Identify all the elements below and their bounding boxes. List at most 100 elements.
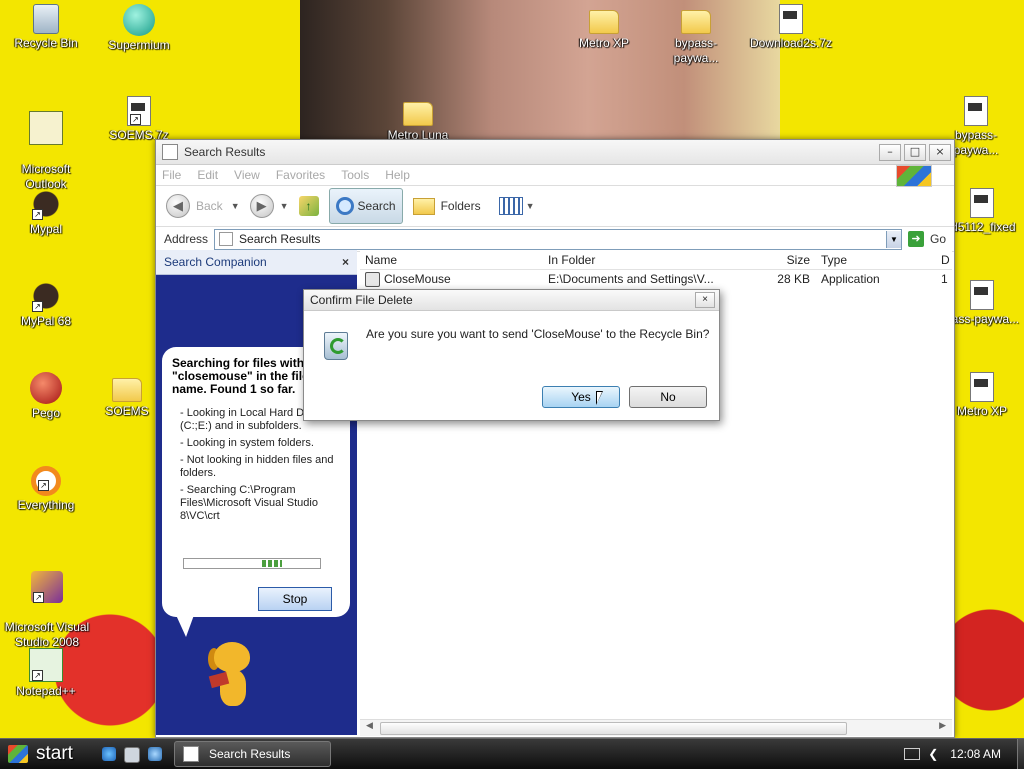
folder-icon: [403, 102, 433, 126]
folders-button[interactable]: Folders: [412, 197, 481, 215]
table-row[interactable]: CloseMouse E:\Documents and Settings\V..…: [360, 270, 952, 288]
windows-logo-icon: [8, 745, 28, 763]
close-button[interactable]: ×: [929, 143, 951, 161]
desktop-icon-label: bypass-paywa...: [673, 36, 719, 65]
stop-button[interactable]: Stop: [258, 587, 332, 611]
go-button[interactable]: ➜ Go: [907, 231, 946, 247]
result-type: Application: [821, 272, 880, 286]
desktop-icon-everything[interactable]: ↗ Everything: [4, 464, 88, 513]
go-arrow-icon: ➜: [907, 231, 924, 247]
internet-explorer-icon[interactable]: [102, 747, 116, 761]
search-results-icon: [162, 144, 178, 160]
desktop-icon-download2s[interactable]: Download2s.7z: [746, 4, 836, 51]
search-detail-item: - Looking in system folders.: [180, 437, 314, 449]
progress-indicator: [262, 560, 282, 567]
search-results-icon: [219, 232, 234, 246]
views-icon[interactable]: [498, 197, 523, 215]
views-dropdown-icon[interactable]: ▼: [526, 201, 535, 211]
column-in-folder[interactable]: In Folder: [543, 253, 723, 267]
forward-arrow-icon[interactable]: ▶: [249, 194, 274, 218]
maximize-button[interactable]: □: [904, 143, 926, 161]
menu-edit[interactable]: Edit: [197, 168, 218, 182]
yes-button[interactable]: Yes: [542, 386, 620, 408]
desktop-icon-notepadpp[interactable]: ↗ Notepad++: [4, 648, 88, 699]
menu-help[interactable]: Help: [385, 168, 410, 182]
desktop-icon-label: Download2s.7z: [749, 36, 833, 50]
address-dropdown-icon[interactable]: ▼: [885, 230, 901, 248]
desktop-icon-recycle-bin[interactable]: Recycle Bin: [4, 4, 88, 51]
no-button[interactable]: No: [629, 386, 707, 408]
desktop-icon-supermium[interactable]: Supermium: [97, 4, 181, 53]
taskbar: start Search Results ❮ 12:08 AM: [0, 738, 1024, 769]
dialog-message: Are you sure you want to send 'CloseMous…: [366, 327, 710, 341]
back-button-label[interactable]: Back: [196, 199, 223, 213]
desktop-icon-metro-luna[interactable]: Metro Luna: [376, 96, 460, 143]
search-progress-bar: [183, 558, 321, 569]
pego-icon: [30, 372, 62, 404]
scrollbar-thumb[interactable]: [380, 722, 847, 735]
desktop-icon-label: Pego: [31, 406, 61, 420]
desktop-icon-label: Recycle Bin: [14, 36, 78, 50]
show-desktop-icon[interactable]: [124, 747, 140, 763]
dialog-close-button[interactable]: ×: [695, 292, 715, 308]
column-type[interactable]: Type: [816, 253, 936, 267]
scroll-right-icon[interactable]: ▶: [939, 721, 946, 731]
desktop-icon-label: Microsoft Visual Studio 2008: [4, 620, 90, 649]
desktop-icon-mypal[interactable]: ↗ Mypal: [4, 188, 88, 237]
mouse-cursor-icon: [596, 391, 603, 405]
taskbar-item-search-results[interactable]: Search Results: [174, 741, 331, 767]
window-title: Search Results: [184, 145, 266, 159]
minimize-button[interactable]: –: [879, 143, 901, 161]
menu-bar: File Edit View Favorites Tools Help: [156, 165, 954, 187]
menu-file[interactable]: File: [162, 168, 181, 182]
folders-button-label: Folders: [440, 199, 481, 213]
column-date[interactable]: D: [936, 253, 952, 267]
desktop-icon-label: SOEMS: [105, 404, 149, 418]
keyboard-icon[interactable]: [904, 748, 921, 760]
switch-windows-icon[interactable]: [148, 747, 162, 761]
desktop-icon-label: Everything: [17, 498, 75, 512]
search-details-list: - Looking in Local Hard Drives (C:;E:) a…: [180, 407, 340, 527]
back-dropdown-icon[interactable]: ▼: [231, 201, 240, 211]
peek-desktop-button[interactable]: [1017, 739, 1024, 769]
desktop-icon-label: Supermium: [108, 38, 170, 52]
search-detail-item: - Not looking in hidden files and folder…: [180, 454, 334, 479]
forward-dropdown-icon[interactable]: ▼: [280, 201, 289, 211]
desktop-icon-soems[interactable]: SOEMS: [97, 372, 157, 419]
go-label: Go: [929, 232, 946, 246]
desktop-icon-label: Notepad++: [16, 684, 76, 698]
search-detail-item: - Searching C:\Program Files\Microsoft V…: [180, 484, 318, 522]
horizontal-scrollbar[interactable]: ◀ ▶: [360, 719, 952, 736]
desktop-icon-bypass-paywall-folder[interactable]: bypass-paywa...: [654, 4, 738, 66]
address-label: Address: [164, 232, 209, 246]
search-dog-icon[interactable]: [208, 642, 258, 712]
window-titlebar[interactable]: Search Results – □ ×: [156, 140, 954, 165]
desktop-icon-soems-7z[interactable]: ↗ SOEMS.7z: [97, 96, 181, 143]
folder-icon: [112, 378, 142, 402]
menu-favorites[interactable]: Favorites: [276, 168, 325, 182]
search-button-label: Search: [357, 199, 396, 213]
dialog-title: Confirm File Delete: [310, 293, 413, 307]
search-companion-close-icon[interactable]: ×: [342, 255, 349, 269]
result-folder: E:\Documents and Settings\V...: [548, 272, 714, 286]
address-value[interactable]: Search Results: [239, 232, 886, 246]
desktop-icon-metro-xp[interactable]: Metro XP: [562, 4, 646, 51]
search-button[interactable]: Search: [328, 188, 403, 224]
menu-tools[interactable]: Tools: [341, 168, 369, 182]
dialog-titlebar[interactable]: Confirm File Delete ×: [304, 290, 719, 311]
show-hidden-icons-icon[interactable]: ❮: [928, 747, 938, 761]
back-arrow-icon[interactable]: ◀: [166, 194, 190, 218]
desktop-icon-pego[interactable]: Pego: [4, 372, 88, 421]
start-label: start: [36, 743, 73, 764]
column-size[interactable]: Size: [723, 253, 816, 267]
folders-icon: [412, 197, 435, 215]
address-field[interactable]: Search Results ▼: [214, 228, 902, 250]
column-name[interactable]: Name: [360, 253, 543, 267]
clock[interactable]: 12:08 AM: [950, 747, 1001, 761]
start-button[interactable]: start: [0, 739, 90, 769]
desktop-icon-mypal68[interactable]: ↗ MyPal 68: [4, 280, 88, 329]
up-folder-icon[interactable]: ↑: [298, 196, 319, 216]
menu-view[interactable]: View: [234, 168, 260, 182]
scroll-left-icon[interactable]: ◀: [366, 721, 373, 731]
application-icon: [365, 271, 380, 287]
